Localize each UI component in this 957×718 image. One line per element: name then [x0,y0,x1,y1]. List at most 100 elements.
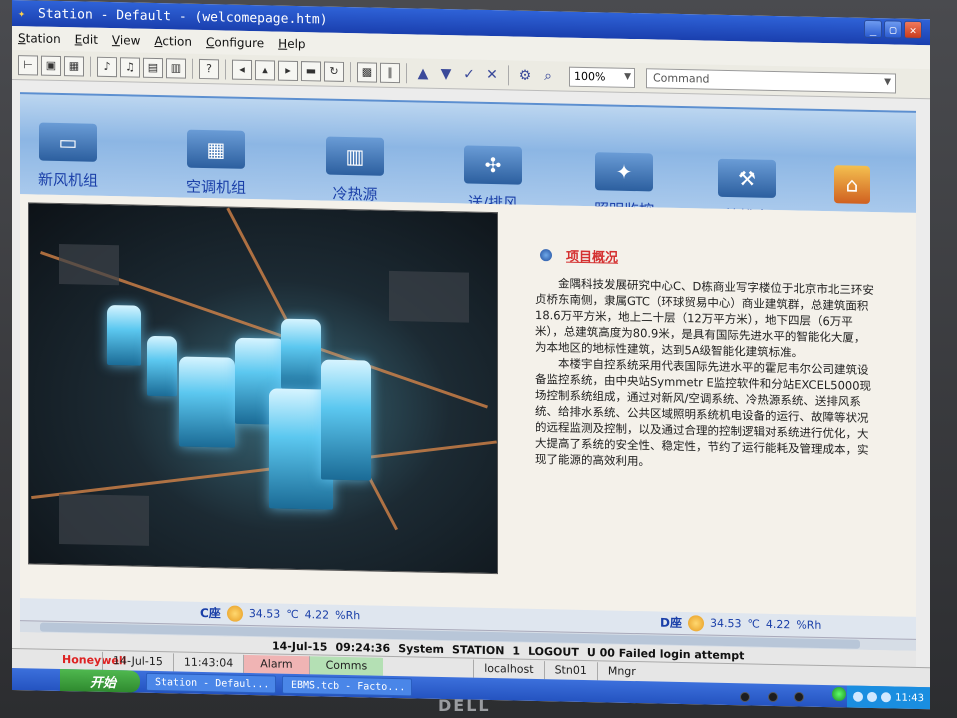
display-forward-icon[interactable]: ▸ [278,60,298,81]
arrow-down-icon[interactable]: ▼ [436,63,456,83]
menu-action[interactable]: Action [154,34,192,49]
refresh-icon[interactable]: ↻ [324,61,344,82]
system-nav: ▭ 新风机组 ▦ 空调机组 ▥ 冷热源 ✣ 送/排风 ✦ 照明监控 ⚒ 给排水 … [20,92,916,232]
alarm-station: STATION [452,642,505,657]
start-button[interactable]: 开始 [60,669,140,693]
alarm-event: LOGOUT [528,644,579,659]
menu-help[interactable]: Help [278,37,305,52]
description-paragraph: 本楼宇自控系统采用代表国际先进水平的霍尼韦尔公司建筑设备监控系统，由中央站Sym… [535,356,872,469]
close-button[interactable]: ✕ [904,20,922,40]
station-app-icon: ✦ [18,6,26,21]
monitor-button[interactable] [794,692,804,702]
temperature-value: 34.53 [709,616,742,631]
welcome-content: 项目概况 金隅科技发展研究中心C、D栋商业写字楼位于北京市北三环安贞桥东南侧，隶… [20,194,916,617]
temperature-value: 34.53 [248,606,281,621]
save-icon[interactable]: ▬ [301,60,321,81]
help-icon[interactable]: ? [199,58,219,79]
monitor-button[interactable] [740,692,750,702]
status-time: 11:43:04 [172,652,244,673]
nav-ac-unit[interactable]: ▦ 空调机组 [186,129,247,198]
toolbar-separator [406,62,407,83]
temperature-unit: ℃ [747,617,760,631]
tray-icon[interactable] [867,691,878,703]
alarm-button[interactable]: Alarm [243,654,309,674]
station-icon[interactable]: ▣ [41,55,61,76]
monitor-logo: DELL [438,696,491,715]
tower [281,318,321,390]
check-icon[interactable]: ✓ [459,64,479,84]
nav-fresh-air-unit[interactable]: ▭ 新风机组 [38,122,99,191]
city-block [59,243,119,286]
map-icon[interactable]: ▦ [64,55,84,77]
nav-label: 新风机组 [38,170,99,190]
menu-configure[interactable]: Configure [206,35,264,50]
alarm-date: 14-Jul-15 [272,638,328,654]
monitor-button[interactable] [768,692,778,702]
command-placeholder: Command [653,71,710,86]
building-label: D座 [660,615,682,631]
window-title: Station - Default - (welcomepage.htm) [38,6,328,28]
minimize-button[interactable]: _ [864,19,882,39]
chevron-down-icon: ▼ [624,71,631,82]
screen: ✦ Station - Default - (welcomepage.htm) … [12,0,930,710]
comms-button[interactable]: Comms [308,655,384,676]
status-role: Mngr [596,661,646,681]
alarm-source: System [398,641,445,656]
point-detail-icon[interactable]: ▩ [357,61,377,83]
weather-icon [226,604,243,622]
description-paragraph: 金隅科技发展研究中心C、D栋商业写字楼位于北京市北三环安贞桥东南侧，隶属GTC（… [535,276,874,360]
arrow-up-icon[interactable]: ▲ [413,63,433,83]
toolbar-separator [350,61,351,82]
status-host: localhost [473,659,544,679]
weather-icon [687,614,704,631]
search-icon[interactable]: ⌕ [538,66,558,86]
report-icon[interactable]: ▤ [143,57,163,78]
alarm-ack-icon[interactable]: ♫ [120,56,140,78]
project-description: 金隅科技发展研究中心C、D栋商业写字楼位于北京市北三环安贞桥东南侧，隶属GTC（… [535,275,875,474]
temperature-unit: ℃ [286,607,299,622]
chiller-icon: ▥ [326,136,384,176]
city-block [389,270,469,323]
display-back-icon[interactable]: ◂ [232,59,252,80]
alarm-time: 09:24:36 [335,640,391,655]
zoom-value: 100% [574,69,606,84]
bullet-icon [540,248,552,261]
tower [179,356,235,448]
network-icon[interactable]: ⚙ [515,65,535,85]
menu-edit[interactable]: Edit [75,32,98,46]
nav-chiller[interactable]: ▥ 冷热源 [326,136,384,205]
alarm-detail: U 00 Failed login attempt [586,645,745,662]
ac-unit-icon: ▦ [187,129,245,169]
maximize-button[interactable]: ▢ [884,20,902,39]
cancel-icon[interactable]: ✕ [482,64,502,84]
humidity-value: 4.22 [765,617,791,632]
road [31,440,497,500]
status-station: Stn01 [543,660,597,680]
tower [107,304,141,366]
nav-label: 空调机组 [186,177,247,197]
menu-view[interactable]: View [112,33,140,48]
hierarchy-icon[interactable]: ⊢ [18,54,38,76]
taskbar-ebms[interactable]: EBMS.tcb - Facto... [282,675,412,697]
fan-icon: ✣ [464,145,522,185]
project-overview-link[interactable]: 项目概况 [566,246,618,266]
taskbar-station[interactable]: Station - Defaul... [146,672,276,694]
status-date: 14-Jul-15 [102,651,173,671]
tray-icon[interactable] [853,691,864,702]
bars-icon[interactable]: ∥ [380,62,400,83]
tray-icon[interactable] [881,692,892,703]
command-input[interactable]: Command ▼ [646,67,896,94]
alarm-bell-icon[interactable]: ♪ [97,56,117,77]
trend-icon[interactable]: ▥ [166,57,186,79]
system-tray: 11:43 [847,685,930,710]
building-photo [28,202,498,575]
toolbar-separator [90,56,91,77]
window-controls: _ ▢ ✕ [864,19,922,40]
humidity-unit: %Rh [796,618,822,632]
menu-station[interactable]: Station [18,31,61,46]
water-pump-icon: ⚒ [718,158,776,199]
reading-c: C座 34.53 ℃ 4.22 %Rh [200,604,360,624]
zoom-select[interactable]: 100% ▼ [569,66,635,88]
display-up-icon[interactable]: ▴ [255,59,275,81]
power-button[interactable] [832,687,846,701]
